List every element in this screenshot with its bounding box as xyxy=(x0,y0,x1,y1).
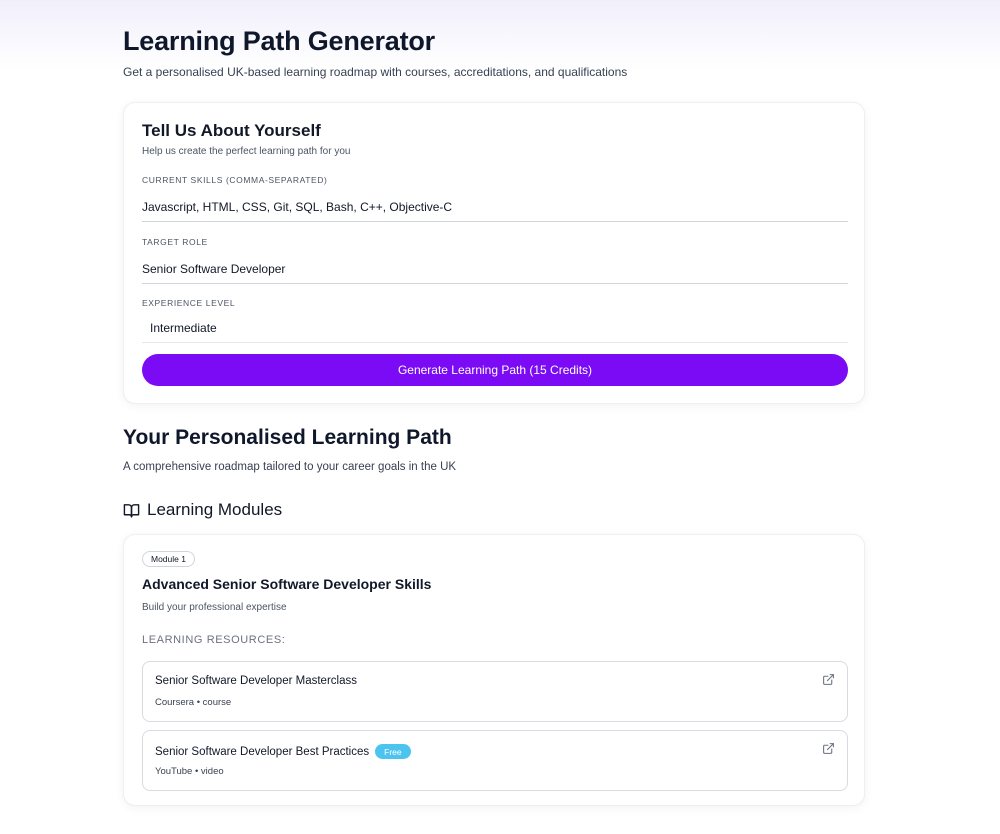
module-number-badge: Module 1 xyxy=(142,551,195,567)
generate-learning-path-button[interactable]: Generate Learning Path (15 Credits) xyxy=(142,354,848,386)
resource-meta: YouTube • video xyxy=(155,766,224,777)
module-title: Advanced Senior Software Developer Skill… xyxy=(142,576,432,592)
external-link-icon[interactable] xyxy=(822,742,835,755)
resource-title-row: Senior Software Developer Masterclass xyxy=(155,675,357,687)
skills-label: Current Skills (Comma-Separated) xyxy=(142,175,328,185)
learning-resources-label: LEARNING RESOURCES: xyxy=(142,634,286,646)
results-subtitle: A comprehensive roadmap tailored to your… xyxy=(123,461,457,473)
learning-modules-label: Learning Modules xyxy=(147,500,283,519)
resource-title: Senior Software Developer Masterclass xyxy=(155,675,357,687)
resource-meta: Coursera • course xyxy=(155,697,232,708)
resource-title: Senior Software Developer Best Practices xyxy=(155,745,370,758)
experience-level-select[interactable]: Intermediate xyxy=(142,313,848,343)
external-link-icon[interactable] xyxy=(822,673,835,686)
profile-form-card: Tell Us About Yourself Help us create th… xyxy=(123,102,865,404)
form-title: Tell Us About Yourself xyxy=(142,121,321,140)
experience-level-label: Experience Level xyxy=(142,298,236,308)
open-book-icon xyxy=(123,503,140,518)
module-subtitle: Build your professional expertise xyxy=(142,602,287,613)
results-title: Your Personalised Learning Path xyxy=(123,426,452,449)
resource-item[interactable]: Senior Software Developer Masterclass Co… xyxy=(142,661,848,722)
page-title: Learning Path Generator xyxy=(123,26,435,56)
page-subtitle: Get a personalised UK-based learning roa… xyxy=(123,65,628,79)
target-role-label: Target Role xyxy=(142,237,208,247)
resource-item[interactable]: Senior Software Developer Best Practices… xyxy=(142,730,848,791)
module-card: Module 1 Advanced Senior Software Develo… xyxy=(123,534,865,806)
skills-input[interactable]: Javascript, HTML, CSS, Git, SQL, Bash, C… xyxy=(142,192,848,222)
resource-title-row: Senior Software Developer Best Practices… xyxy=(155,744,411,759)
learning-modules-heading: Learning Modules xyxy=(123,500,282,520)
target-role-input[interactable]: Senior Software Developer xyxy=(142,254,848,284)
free-badge: Free xyxy=(375,744,411,759)
form-subtitle: Help us create the perfect learning path… xyxy=(142,146,351,157)
